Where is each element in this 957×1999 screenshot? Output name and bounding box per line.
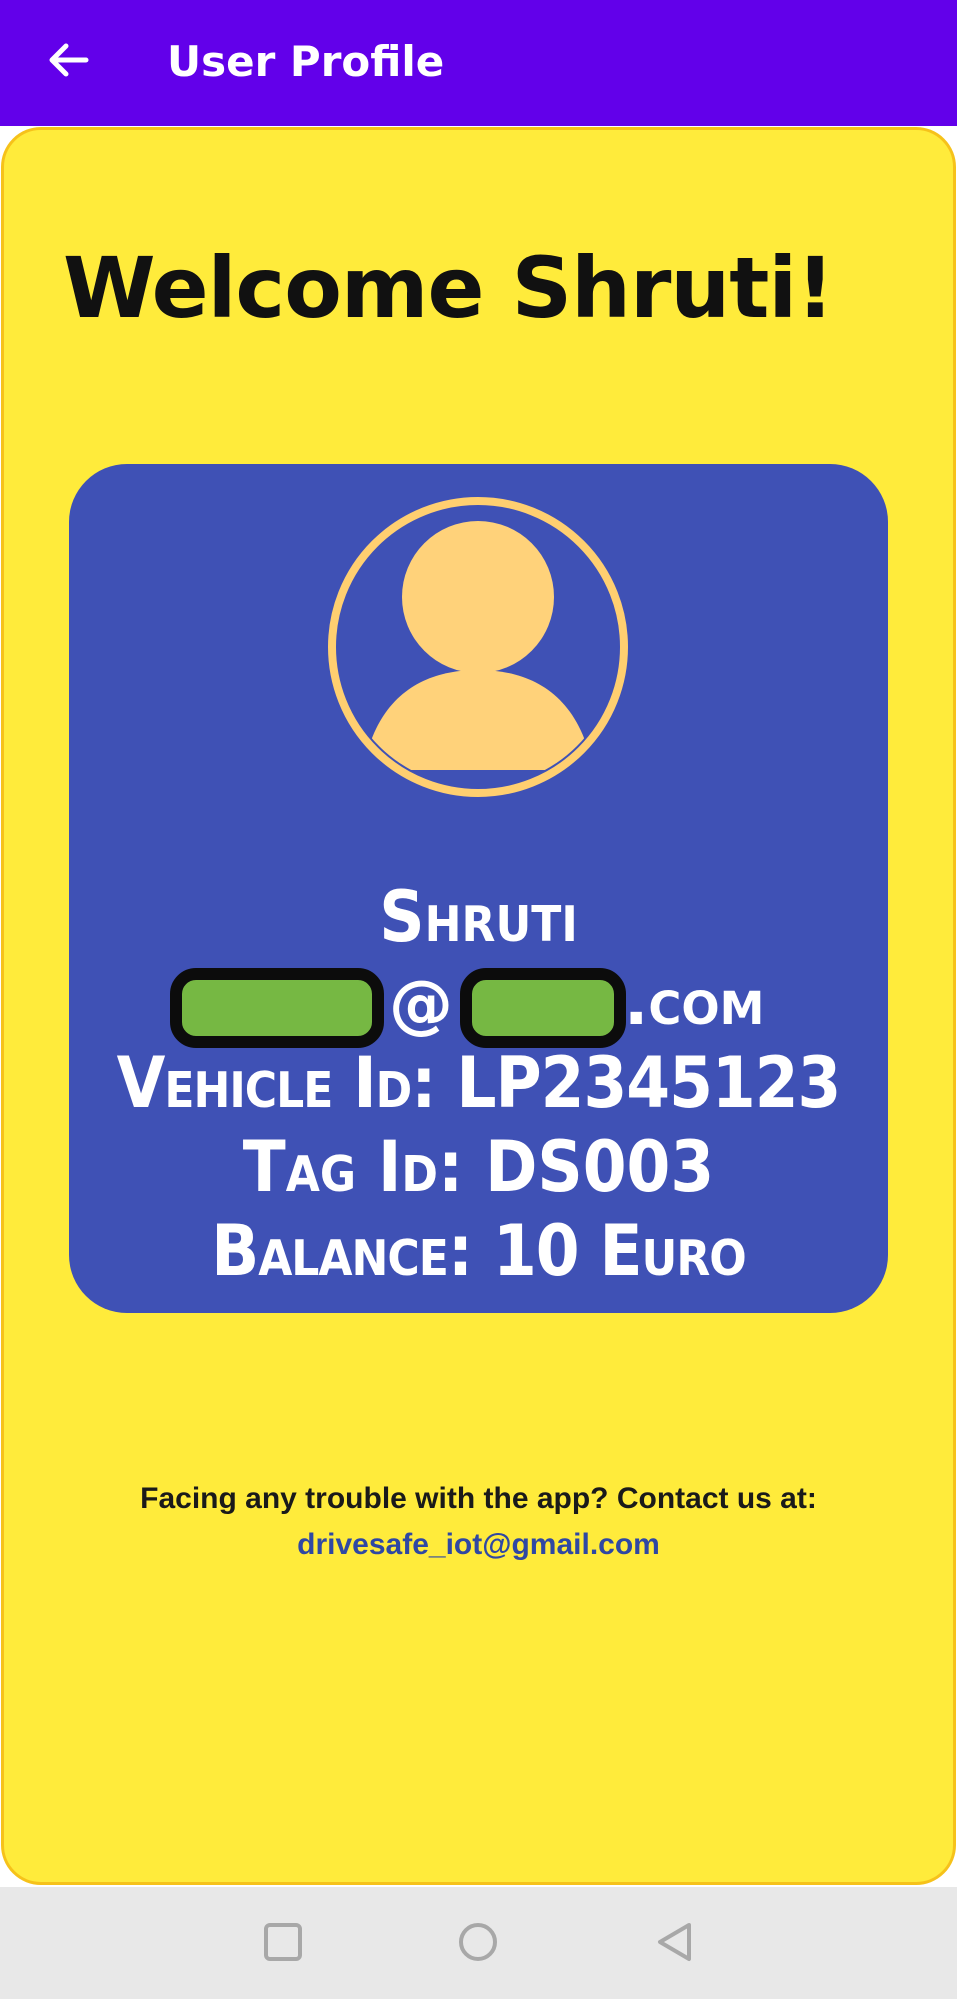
vehicle-id: Vehicle Id: LP2345123 bbox=[116, 1042, 842, 1124]
system-nav-bar bbox=[0, 1887, 957, 1999]
email-domain-suffix: .com bbox=[624, 966, 765, 1040]
app-bar: User Profile bbox=[0, 0, 957, 126]
profile-name: Shruti bbox=[379, 876, 578, 958]
support-text: Facing any trouble with the app? Contact… bbox=[140, 1482, 817, 1515]
balance: Balance: 10 Euro bbox=[211, 1210, 747, 1292]
arrow-left-icon bbox=[46, 38, 90, 86]
tag-id: Tag Id: DS003 bbox=[242, 1126, 715, 1208]
app-bar-title: User Profile bbox=[167, 37, 445, 86]
home-button[interactable] bbox=[443, 1909, 513, 1979]
email-at-sign: @ bbox=[389, 968, 453, 1042]
redacted-email-domain bbox=[460, 968, 626, 1048]
circle-home-icon bbox=[457, 1921, 499, 1967]
profile-email: @ .com bbox=[69, 960, 888, 1048]
redacted-email-user bbox=[170, 968, 384, 1048]
support-email-link[interactable]: drivesafe_iot@gmail.com bbox=[0, 1523, 957, 1567]
square-recents-icon bbox=[263, 1922, 303, 1966]
user-avatar-icon bbox=[325, 494, 631, 800]
back-button[interactable] bbox=[38, 32, 98, 92]
system-back-button[interactable] bbox=[640, 1909, 710, 1979]
triangle-back-icon bbox=[654, 1921, 696, 1967]
recents-button[interactable] bbox=[248, 1909, 318, 1979]
welcome-heading: Welcome Shruti! bbox=[63, 239, 834, 337]
